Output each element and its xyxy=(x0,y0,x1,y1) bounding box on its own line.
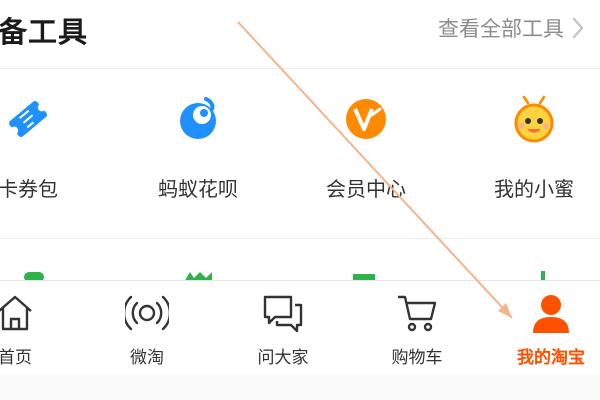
tool-label: 我的小蜜 xyxy=(494,177,574,201)
tools-grid: 卡券包 蚂蚁花呗 会员中心 我的小蜜 xyxy=(0,95,600,215)
home-icon xyxy=(0,295,32,331)
tool-label: 会员中心 xyxy=(326,177,406,201)
chat-icon xyxy=(263,295,303,333)
view-all-label: 查看全部工具 xyxy=(438,17,564,41)
tab-home[interactable]: 首页 xyxy=(0,291,70,371)
tab-label: 购物车 xyxy=(391,348,443,368)
vip-icon xyxy=(346,99,386,139)
divider xyxy=(0,238,600,239)
tab-label: 首页 xyxy=(0,348,32,368)
section-title: 备工具 xyxy=(0,15,89,49)
broadcast-icon xyxy=(125,295,169,331)
tab-label: 问大家 xyxy=(257,348,309,368)
tab-ask-everyone[interactable]: 问大家 xyxy=(228,291,338,371)
bee-icon xyxy=(514,95,554,143)
tab-weitao[interactable]: 微淘 xyxy=(92,291,202,371)
chevron-right-icon xyxy=(572,17,584,39)
ticket-icon xyxy=(9,100,47,138)
tool-label: 卡券包 xyxy=(0,177,58,201)
section-header: 备工具 查看全部工具 xyxy=(0,0,600,62)
tool-my-assistant[interactable]: 我的小蜜 xyxy=(474,95,594,215)
tool-ant-huabei[interactable]: 蚂蚁花呗 xyxy=(138,95,258,215)
divider xyxy=(0,68,600,69)
huabei-icon xyxy=(180,97,216,139)
tab-label: 微淘 xyxy=(130,348,164,368)
tool-label: 蚂蚁花呗 xyxy=(158,177,238,201)
tab-label: 我的淘宝 xyxy=(517,348,585,368)
tab-shopping-cart[interactable]: 购物车 xyxy=(362,291,472,371)
tool-member-center[interactable]: 会员中心 xyxy=(306,95,426,215)
cart-icon xyxy=(398,295,437,332)
tool-card-coupons[interactable]: 卡券包 xyxy=(0,95,88,215)
user-icon xyxy=(533,295,569,333)
bottom-tab-bar: 首页 微淘 问大家 购物车 我的淘宝 xyxy=(0,280,600,376)
bottom-strip xyxy=(0,375,600,400)
tab-my-taobao[interactable]: 我的淘宝 xyxy=(496,291,600,371)
view-all-tools-link[interactable]: 查看全部工具 xyxy=(438,13,586,43)
